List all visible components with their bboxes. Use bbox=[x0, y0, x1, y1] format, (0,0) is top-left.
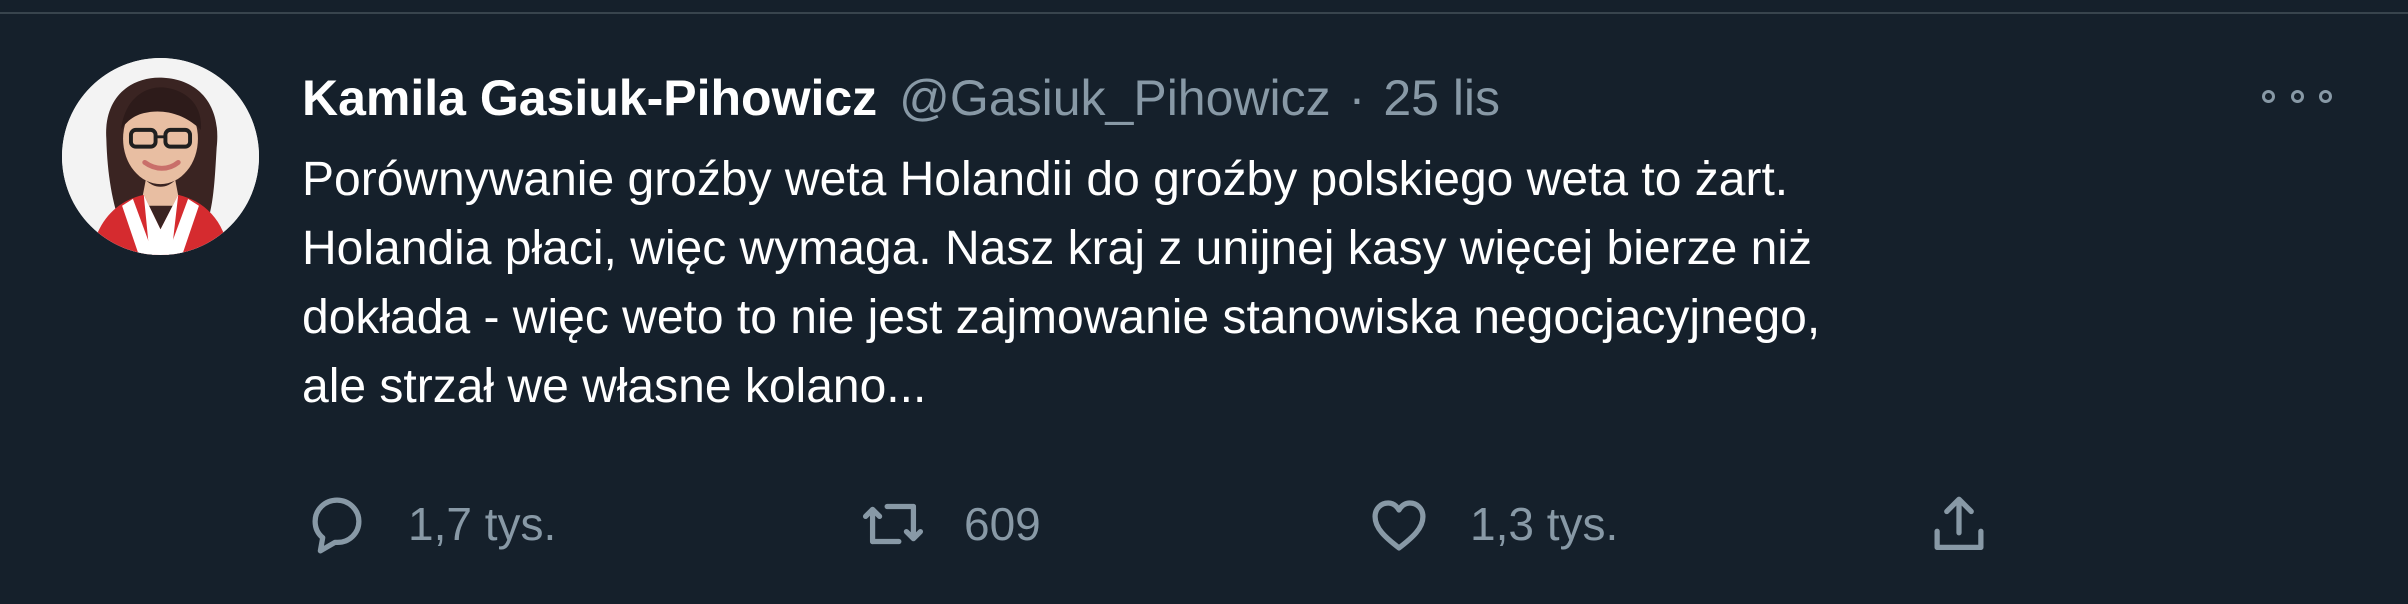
retweet-count: 609 bbox=[964, 498, 1041, 550]
share-icon bbox=[1934, 496, 1984, 550]
reply-count: 1,7 tys. bbox=[408, 498, 557, 550]
like-button[interactable]: 1,3 tys. bbox=[1364, 488, 1618, 560]
separator-dot: · bbox=[1348, 70, 1366, 126]
like-count: 1,3 tys. bbox=[1470, 498, 1619, 550]
more-dot bbox=[2290, 89, 2304, 103]
more-options-icon[interactable] bbox=[2262, 76, 2332, 116]
tweet-text: Porównywanie groźby weta Holandii do gro… bbox=[302, 153, 1821, 413]
divider bbox=[0, 12, 2408, 14]
heart-icon bbox=[1372, 500, 1426, 551]
more-dot bbox=[2319, 89, 2332, 103]
share-button[interactable] bbox=[1924, 488, 1994, 560]
reply-button[interactable]: 1,7 tys. bbox=[302, 488, 556, 560]
author-name[interactable]: Kamila Gasiuk-Pihowicz bbox=[302, 66, 877, 130]
reply-icon bbox=[312, 497, 362, 554]
tweet-actions: 1,7 tys. 609 1,3 tys. bbox=[302, 488, 2022, 560]
more-dot bbox=[2262, 89, 2275, 103]
tweet-timestamp[interactable]: 25 lis bbox=[1383, 66, 1500, 130]
author-handle[interactable]: @Gasiuk_Pihowicz bbox=[899, 66, 1330, 130]
retweet-icon bbox=[862, 503, 924, 545]
tweet-header: Kamila Gasiuk-Pihowicz @Gasiuk_Pihowicz … bbox=[302, 66, 1500, 130]
avatar[interactable] bbox=[62, 58, 259, 255]
avatar-image bbox=[62, 58, 259, 255]
tweet-card[interactable]: Kamila Gasiuk-Pihowicz @Gasiuk_Pihowicz … bbox=[0, 0, 2408, 604]
retweet-button[interactable]: 609 bbox=[858, 488, 1041, 560]
